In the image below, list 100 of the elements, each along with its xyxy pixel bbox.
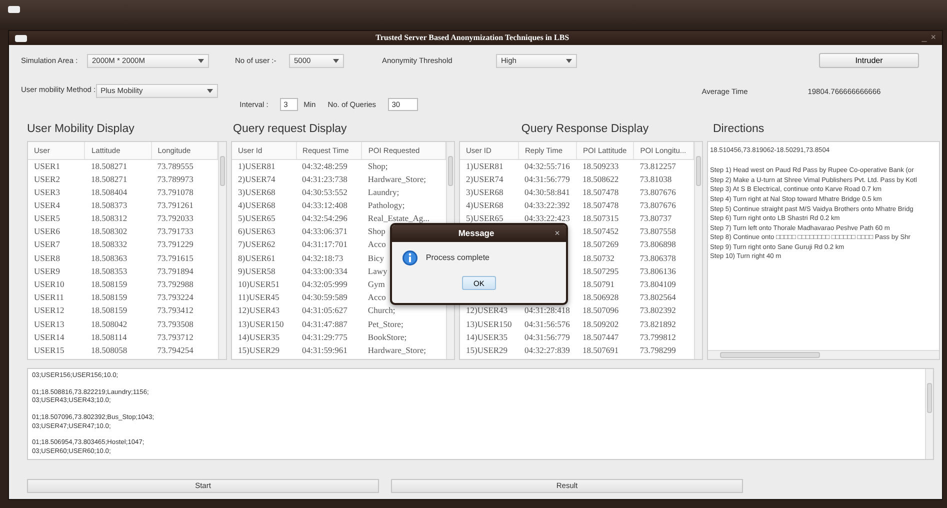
table-cell: 4)USER68 xyxy=(238,200,276,210)
table-cell: 14)USER35 xyxy=(238,332,280,342)
table-cell: 73.793412 xyxy=(157,305,194,316)
table-cell: 73.807676 xyxy=(640,200,676,210)
table-cell: 18.507691 xyxy=(582,344,619,355)
table-cell: Lawy xyxy=(368,266,388,276)
table-cell: 73.798299 xyxy=(640,344,676,355)
table-cell: 14)USER35 xyxy=(466,332,508,342)
table-cell: 04:32:18:73 xyxy=(302,252,344,263)
table-cell: 73.789973 xyxy=(157,174,194,184)
table-cell: 73.806898 xyxy=(640,239,676,250)
table-cell: USER4 xyxy=(34,200,60,210)
table-cell: 9)USER58 xyxy=(238,266,276,276)
table-cell: USER11 xyxy=(34,292,64,302)
table-cell: 18.506928 xyxy=(582,292,619,302)
table-cell: 12)USER43 xyxy=(238,305,280,316)
table-cell: 18.508312 xyxy=(90,213,128,224)
table-cell: Acco xyxy=(368,292,386,302)
table-cell: 18.507295 xyxy=(582,266,619,276)
table-cell: 04:31:29:775 xyxy=(302,332,348,342)
table-cell: 18.508622 xyxy=(582,174,619,184)
table-cell: 18.508271 xyxy=(90,160,128,171)
table-cell: 18.508302 xyxy=(90,226,128,236)
table-cell: 8)USER61 xyxy=(238,252,276,263)
table-cell: USER2 xyxy=(34,174,60,184)
table-cell: 04:32:55:716 xyxy=(524,160,570,171)
table-cell: USER7 xyxy=(34,239,60,250)
table-cell: 18.508363 xyxy=(90,252,128,263)
table-cell: USER3 xyxy=(34,186,60,197)
table-cell: 18.507269 xyxy=(582,239,619,250)
table-cell: 04:33:22:423 xyxy=(524,213,570,224)
table-cell: 04:30:59:589 xyxy=(302,292,348,302)
table-cell: 73.806136 xyxy=(640,266,676,276)
table-cell: 73.821892 xyxy=(640,318,676,329)
table-cell: USER14 xyxy=(34,332,64,342)
table-cell: 73.806378 xyxy=(640,252,676,263)
table-cell: 04:31:17:701 xyxy=(302,239,348,250)
table-cell: Shop; xyxy=(368,160,388,171)
table-cell: 04:31:59:961 xyxy=(302,344,348,355)
table-cell: 2)USER74 xyxy=(466,174,504,184)
table-cell: Pet_Store; xyxy=(368,318,404,329)
table-cell: 18.509233 xyxy=(582,160,619,171)
table-cell: 11)USER45 xyxy=(238,292,280,302)
table-cell: 04:32:54:296 xyxy=(302,213,348,224)
table-cell: 18.508353 xyxy=(90,266,128,276)
table-cell: 3)USER68 xyxy=(466,186,504,197)
table-cell: 18.508404 xyxy=(90,186,128,197)
table-cell: 73.789555 xyxy=(157,160,194,171)
table-cell: Gym xyxy=(368,279,385,290)
table-cell: 18.50791 xyxy=(582,279,614,290)
table-cell: 04:31:05:627 xyxy=(302,305,348,316)
table-cell: 73.793508 xyxy=(157,318,194,329)
table-cell: 73.791733 xyxy=(157,226,194,236)
table-cell: 18.507096 xyxy=(582,305,619,316)
table-cell: 1)USER81 xyxy=(238,160,276,171)
table-cell: 18.508058 xyxy=(90,344,128,355)
table-cell: 04:30:53:552 xyxy=(302,186,348,197)
table-cell: USER8 xyxy=(34,252,60,263)
table-cell: Shop xyxy=(368,226,386,236)
section-heading: Directions xyxy=(713,122,766,137)
table-cell: 73.80737 xyxy=(640,213,672,224)
table-cell: 73.791615 xyxy=(157,252,194,263)
table-cell: 73.794254 xyxy=(157,344,194,355)
section-heading: User Mobility Display xyxy=(27,122,136,137)
table-cell: 04:31:56:576 xyxy=(524,318,570,329)
table-cell: 18.507447 xyxy=(582,332,619,342)
table-cell: 1)USER81 xyxy=(466,160,504,171)
table-cell: 13)USER150 xyxy=(238,318,284,329)
table-cell: 3)USER68 xyxy=(238,186,276,197)
table-cell: 04:32:05:999 xyxy=(302,279,348,290)
table-cell: 5)USER65 xyxy=(238,213,276,224)
table-cell: 73.802564 xyxy=(640,292,676,302)
table-cell: 04:31:23:738 xyxy=(302,174,348,184)
table-cell: 73.791229 xyxy=(157,239,194,250)
table-cell: 73.81038 xyxy=(640,174,672,184)
table-cell: 18.508042 xyxy=(90,318,128,329)
table-cell: 18.508332 xyxy=(90,239,128,250)
table-cell: 73.812257 xyxy=(640,160,676,171)
table-cell: Laundry; xyxy=(368,186,400,197)
table-cell: Church; xyxy=(368,305,396,316)
table-cell: 18.508159 xyxy=(90,279,128,290)
table-cell: 73.793712 xyxy=(157,332,194,342)
table-cell: 18.507478 xyxy=(582,186,619,197)
table-cell: 73.793224 xyxy=(157,292,194,302)
section-heading: Query Response Display xyxy=(520,122,650,137)
table-cell: 12)USER43 xyxy=(466,305,508,316)
table-cell: USER5 xyxy=(34,213,60,224)
table-cell: Bicy xyxy=(368,252,384,263)
table-cell: 6)USER63 xyxy=(238,226,276,236)
table-cell: 73.799812 xyxy=(640,332,676,342)
table-cell: USER6 xyxy=(34,226,60,236)
table-cell: USER15 xyxy=(34,344,64,355)
table-cell: 18.508373 xyxy=(90,200,128,210)
table-cell: Hardware_Store; xyxy=(368,344,426,355)
table-cell: 04:30:58:841 xyxy=(524,186,570,197)
table-cell: 18.509202 xyxy=(582,318,619,329)
table-cell: 73.807558 xyxy=(640,226,676,236)
table-cell: 04:31:28:418 xyxy=(524,305,570,316)
table-cell: 2)USER74 xyxy=(238,174,276,184)
dialog-message: Process complete xyxy=(426,252,490,264)
